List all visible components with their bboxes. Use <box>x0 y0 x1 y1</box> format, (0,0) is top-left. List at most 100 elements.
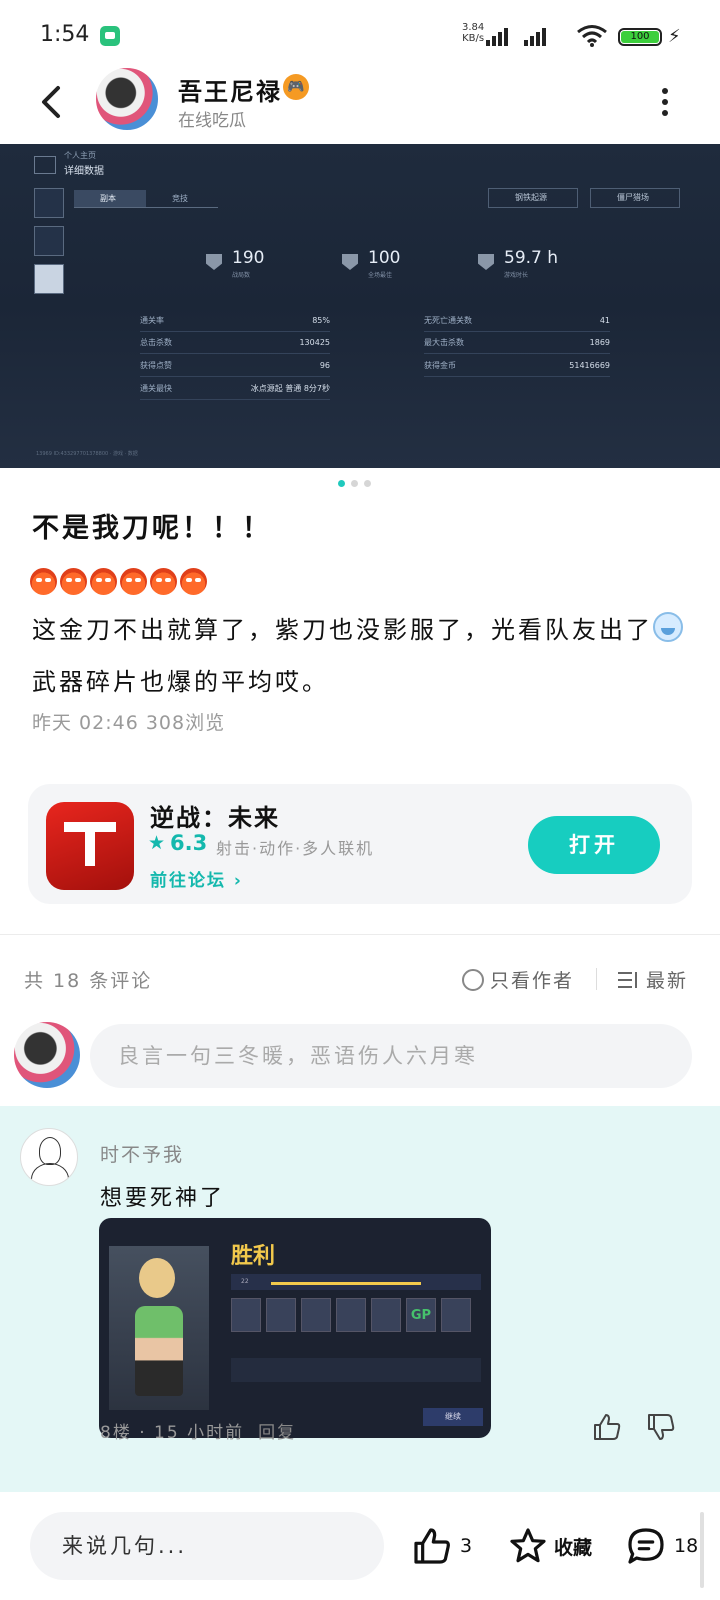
angry-emoji-row <box>30 568 207 595</box>
sort-label: 最新 <box>646 970 689 992</box>
game-data-row: 无死亡通关数 41 <box>424 310 610 332</box>
section-divider <box>0 934 720 935</box>
comment-text: 想要死神了 <box>100 1186 226 1211</box>
comment-total: 18 <box>674 1535 699 1557</box>
comments-button[interactable]: 18 <box>626 1526 698 1566</box>
weapon-item <box>231 1298 261 1332</box>
post-meta: 昨天 02:46 308浏览 <box>32 712 226 734</box>
comment-image[interactable]: 胜利 22 GP 继续 <box>99 1218 491 1438</box>
game-stat-label: 游戏时长 <box>504 272 529 279</box>
app-tags: 射击·动作·多人联机 <box>216 839 375 858</box>
forum-link[interactable]: 前往论坛 › <box>150 866 243 891</box>
game-page-title: 详细数据 <box>64 166 104 177</box>
pager-dot <box>351 480 358 487</box>
comment-input[interactable]: 良言一句三冬暖，恶语伤人六月寒 <box>90 1024 692 1088</box>
cellular-signal-icon <box>486 24 508 46</box>
post-body-line-1: 这金刀不出就算了，紫刀也没影服了，光看队友出了 <box>32 616 653 644</box>
reply-button[interactable]: 回复 <box>258 1423 296 1443</box>
reward-item <box>301 1298 331 1332</box>
commenter-avatar[interactable] <box>20 1128 78 1186</box>
game-data-row: 通关最快 冰点源起 普通 8分7秒 <box>140 378 330 400</box>
game-dropdown: 钢铁起源 <box>488 188 578 208</box>
favorite-button[interactable]: 收藏 <box>508 1526 592 1566</box>
post-body: 这金刀不出就算了，紫刀也没影服了，光看队友出了 武器碎片也爆的平均哎。 <box>32 604 692 708</box>
victory-label: 胜利 <box>231 1244 276 1269</box>
game-data-row: 总击杀数 130425 <box>140 332 330 354</box>
author-name[interactable]: 吾王尼禄 <box>178 72 282 107</box>
game-data-row: 获得点赞 96 <box>140 355 330 377</box>
image-pager <box>338 480 371 487</box>
game-footer: 13969 ID:433297701378800 · 游戏 · 数据 <box>36 451 138 457</box>
commenter-name[interactable]: 时不予我 <box>100 1140 184 1167</box>
favorite-label: 收藏 <box>554 1536 593 1559</box>
open-app-button[interactable]: 打开 <box>528 816 660 874</box>
back-icon[interactable] <box>34 82 74 122</box>
author-only-label: 只看作者 <box>490 970 575 992</box>
status-time: 1:54 <box>40 22 90 47</box>
reward-items: GP <box>231 1298 471 1332</box>
game-side-icon-1 <box>34 188 64 218</box>
angry-face-icon <box>180 568 207 595</box>
network-speed-unit: KB/s <box>462 33 485 44</box>
comment-bubble-icon <box>628 1528 664 1564</box>
header-separator <box>596 968 597 990</box>
post-body-line-2: 武器碎片也爆的平均哎。 <box>32 668 329 696</box>
comment-floor-time: 8楼 · 15 小时前 <box>100 1423 245 1443</box>
battery-icon: 100 <box>618 28 662 46</box>
game-dropdown: 僵尸猎场 <box>590 188 680 208</box>
scrollbar[interactable] <box>700 1512 704 1588</box>
game-breadcrumb: 个人主页 <box>64 151 96 160</box>
game-tab: 竞技 <box>146 190 218 208</box>
clock-icon <box>478 254 494 270</box>
game-stat-value: 100 <box>368 248 401 268</box>
angry-face-icon <box>150 568 177 595</box>
app-rating: 6.3 <box>170 831 208 855</box>
cellular-signal-icon-2 <box>524 24 546 46</box>
thumbs-down-icon[interactable] <box>646 1412 676 1442</box>
game-stat-value: 59.7 h <box>504 248 559 268</box>
game-data-row: 通关率 85% <box>140 310 330 332</box>
more-options-icon[interactable] <box>660 88 670 118</box>
game-app-icon <box>46 802 134 890</box>
thumbs-up-icon <box>414 1528 450 1564</box>
pager-dot-active <box>338 480 345 487</box>
pager-dot <box>364 480 371 487</box>
author-subtitle: 在线吃瓜 <box>178 111 246 131</box>
reward-item <box>266 1298 296 1332</box>
my-avatar <box>14 1022 80 1088</box>
like-button[interactable]: 3 <box>412 1526 472 1566</box>
level-label: 22 <box>241 1278 249 1285</box>
game-data-row: 获得金币 51416669 <box>424 355 610 377</box>
reward-row <box>231 1358 481 1382</box>
star-icon <box>342 254 358 270</box>
post-title: 不是我刀呢！！！ <box>32 513 272 544</box>
comment-meta: 8楼 · 15 小时前 回复 <box>100 1418 296 1443</box>
author-avatar[interactable] <box>94 66 160 132</box>
network-speed-value: 3.84 <box>462 22 485 33</box>
shield-icon <box>206 254 222 270</box>
post-image[interactable]: 个人主页 详细数据 副本 竞技 钢铁起源 僵尸猎场 190 战局数 100 全场… <box>0 144 720 468</box>
wifi-icon <box>577 25 607 47</box>
character-portrait <box>109 1246 209 1410</box>
battery-level: 100 <box>621 31 659 43</box>
star-icon <box>510 1528 546 1563</box>
status-bar: 1:54 3.84 KB/s 100 ⚡ <box>0 0 720 70</box>
continue-label: 继续 <box>423 1408 483 1426</box>
bottom-action-bar: 来说几句... 3 收藏 18 <box>0 1494 720 1600</box>
bottom-comment-input[interactable]: 来说几句... <box>30 1512 384 1580</box>
author-only-toggle[interactable]: 只看作者 <box>462 966 574 993</box>
game-data-row: 最大击杀数 1869 <box>424 332 610 354</box>
comment-item: 时不予我 想要死神了 胜利 22 GP 继续 8楼 · 15 小时前 回复 <box>0 1106 720 1492</box>
angry-face-icon <box>120 568 147 595</box>
game-tabs: 副本 竞技 <box>74 190 218 208</box>
thumbs-up-icon[interactable] <box>592 1412 622 1442</box>
network-speed: 3.84 KB/s <box>462 22 484 44</box>
angry-face-icon <box>30 568 57 595</box>
game-stat-label: 战局数 <box>232 272 251 279</box>
app-card[interactable]: 逆战：未来 ★ 6.3 射击·动作·多人联机 前往论坛 › 打开 <box>28 784 692 904</box>
coin-item <box>441 1298 471 1332</box>
crying-face-icon <box>653 612 683 642</box>
sort-newest-button[interactable]: 最新 <box>618 966 688 993</box>
sort-list-icon <box>618 970 640 990</box>
charging-icon: ⚡ <box>668 26 681 47</box>
